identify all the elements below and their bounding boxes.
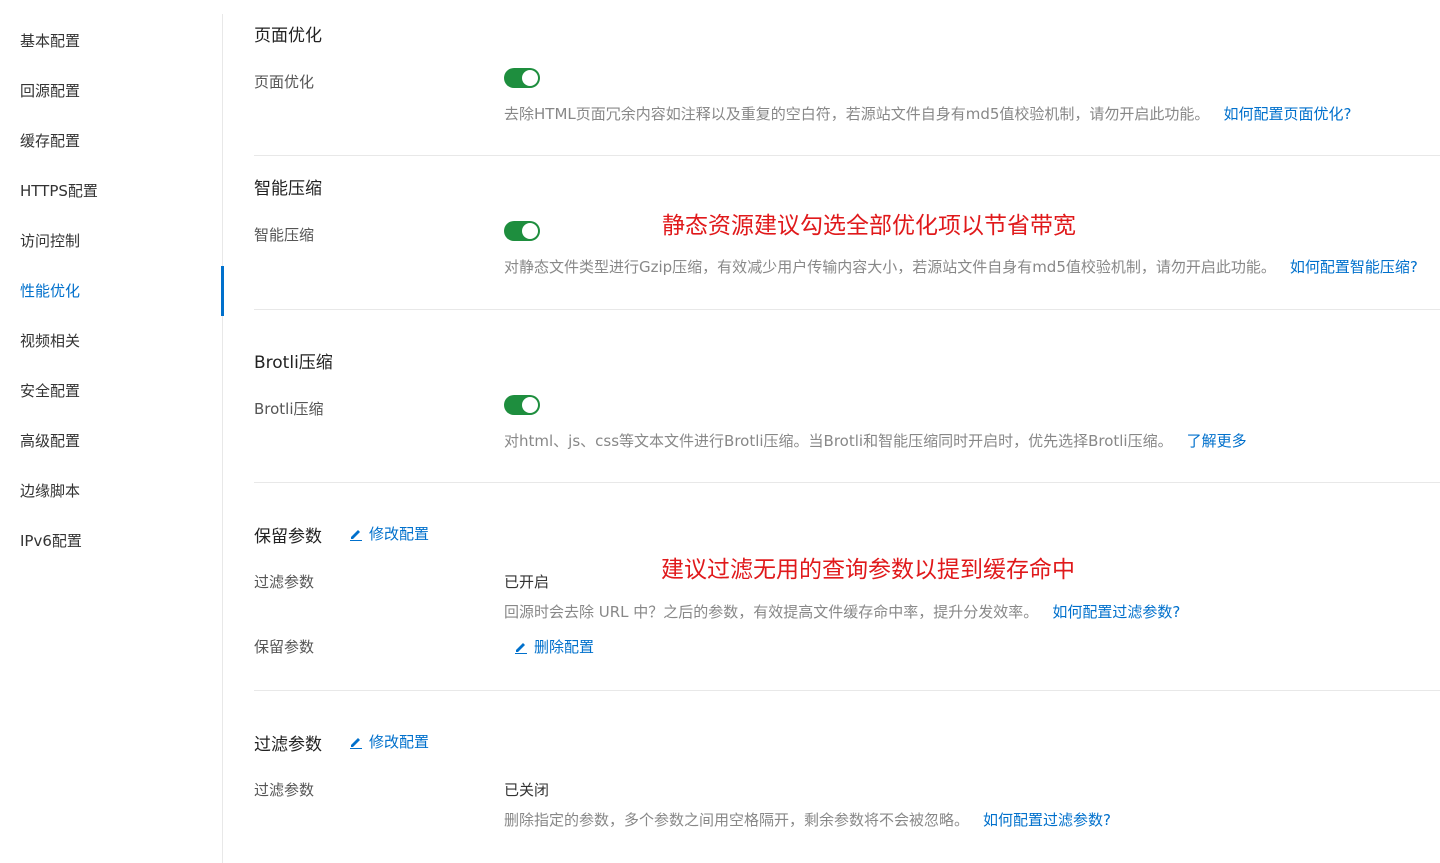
filter-params-filter-label: 过滤参数: [254, 781, 315, 799]
brotli-desc-text: 对html、js、css等文本文件进行Brotli压缩。当Brotli和智能压缩…: [504, 432, 1173, 450]
smart-compression-label: 智能压缩: [254, 226, 315, 244]
section-title-page-optimization: 页面优化: [254, 26, 322, 46]
keep-params-desc-text: 回源时会去除 URL 中？之后的参数，有效提高文件缓存命中率，提升分发效率。: [504, 603, 1039, 621]
toggle-knob: [522, 223, 538, 239]
filter-params-desc-text: 删除指定的参数，多个参数之间用空格隔开，剩余参数将不会被忽略。: [504, 811, 970, 829]
annotation-compression-tip: 静态资源建议勾选全部优化项以节省带宽: [662, 213, 1076, 239]
smart-compression-help-link[interactable]: 如何配置智能压缩?: [1290, 258, 1418, 276]
smart-compression-desc-text: 对静态文件类型进行Gzip压缩，有效减少用户传输内容大小，若源站文件自身有md5…: [504, 258, 1276, 276]
toggle-knob: [522, 397, 538, 413]
sidebar-item-https[interactable]: HTTPS配置: [0, 166, 222, 216]
filter-params-edit-label: 修改配置: [369, 733, 430, 751]
sidebar-item-cache[interactable]: 缓存配置: [0, 116, 222, 166]
keep-params-keep-label: 保留参数: [254, 638, 315, 656]
keep-params-help-link[interactable]: 如何配置过滤参数?: [1052, 603, 1180, 621]
filter-params-help-link[interactable]: 如何配置过滤参数?: [983, 811, 1111, 829]
brotli-label: Brotli压缩: [254, 400, 324, 418]
keep-params-desc: 回源时会去除 URL 中？之后的参数，有效提高文件缓存命中率，提升分发效率。 如何…: [504, 601, 1180, 622]
section-title-brotli: Brotli压缩: [254, 353, 333, 373]
section-title-smart-compression: 智能压缩: [254, 179, 322, 199]
sidebar-item-advanced[interactable]: 高级配置: [0, 416, 222, 466]
edit-icon: [515, 642, 527, 654]
filter-params-filter-status: 已关闭: [504, 781, 550, 799]
sidebar-item-edge-script[interactable]: 边缘脚本: [0, 466, 222, 516]
divider: [254, 690, 1440, 691]
divider: [254, 482, 1440, 483]
keep-params-filter-label: 过滤参数: [254, 573, 315, 591]
divider: [254, 309, 1440, 310]
keep-params-delete-button[interactable]: 删除配置: [514, 636, 594, 657]
keep-params-filter-status: 已开启: [504, 573, 550, 591]
sidebar-item-security[interactable]: 安全配置: [0, 366, 222, 416]
annotation-params-tip: 建议过滤无用的查询参数以提到缓存命中: [661, 557, 1075, 583]
keep-params-edit-label: 修改配置: [369, 525, 430, 543]
sidebar-item-ipv6[interactable]: IPv6配置: [0, 516, 222, 566]
edit-icon: [350, 737, 362, 749]
keep-params-delete-label: 删除配置: [534, 638, 595, 656]
sidebar-item-origin[interactable]: 回源配置: [0, 66, 222, 116]
filter-params-desc: 删除指定的参数，多个参数之间用空格隔开，剩余参数将不会被忽略。 如何配置过滤参数?: [504, 809, 1111, 830]
sidebar-item-performance[interactable]: 性能优化: [0, 266, 224, 316]
filter-params-edit-button[interactable]: 修改配置: [349, 731, 429, 752]
divider: [254, 155, 1440, 156]
page-optimization-toggle[interactable]: [504, 68, 540, 88]
page-optimization-label: 页面优化: [254, 73, 315, 91]
brotli-desc: 对html、js、css等文本文件进行Brotli压缩。当Brotli和智能压缩…: [504, 430, 1247, 451]
sidebar-item-access-control[interactable]: 访问控制: [0, 216, 222, 266]
main-content: 页面优化 页面优化 去除HTML页面冗余内容如注释以及重复的空白符，若源站文件自…: [254, 0, 1440, 863]
page-optimization-desc-text: 去除HTML页面冗余内容如注释以及重复的空白符，若源站文件自身有md5值校验机制…: [504, 105, 1210, 123]
toggle-knob: [522, 70, 538, 86]
sidebar-item-video[interactable]: 视频相关: [0, 316, 222, 366]
section-title-filter-params: 过滤参数: [254, 735, 322, 755]
keep-params-edit-button[interactable]: 修改配置: [349, 523, 429, 544]
edit-icon: [350, 529, 362, 541]
section-title-keep-params: 保留参数: [254, 527, 322, 547]
sidebar: 基本配置 回源配置 缓存配置 HTTPS配置 访问控制 性能优化 视频相关 安全…: [0, 14, 224, 863]
brotli-toggle[interactable]: [504, 395, 540, 415]
brotli-learn-more-link[interactable]: 了解更多: [1187, 432, 1247, 450]
page-optimization-desc: 去除HTML页面冗余内容如注释以及重复的空白符，若源站文件自身有md5值校验机制…: [504, 103, 1351, 124]
smart-compression-desc: 对静态文件类型进行Gzip压缩，有效减少用户传输内容大小，若源站文件自身有md5…: [504, 256, 1418, 277]
sidebar-item-basic[interactable]: 基本配置: [0, 16, 222, 66]
smart-compression-toggle[interactable]: [504, 221, 540, 241]
page-optimization-help-link[interactable]: 如何配置页面优化?: [1223, 105, 1351, 123]
